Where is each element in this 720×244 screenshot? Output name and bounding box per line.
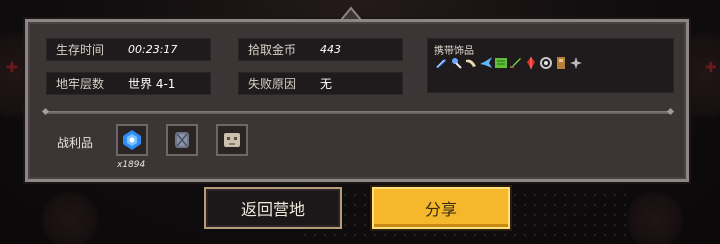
loot-slot-golem[interactable] xyxy=(166,124,198,156)
run-summary-panel: 生存时间 00:23:17 拾取金币 443 地牢层数 世界 4-1 失败原因 … xyxy=(25,19,689,182)
stone-golem-icon xyxy=(175,132,189,148)
panel-notch xyxy=(341,6,361,20)
loot-gem-count: x1894 xyxy=(117,160,146,170)
blue-bird-icon[interactable] xyxy=(479,56,493,70)
loot-slot-skull[interactable] xyxy=(216,124,248,156)
bone-horn-icon[interactable] xyxy=(464,56,478,70)
gray-star-icon[interactable] xyxy=(569,56,583,70)
fail-reason-value: 无 xyxy=(320,77,333,91)
red-crystal-icon[interactable] xyxy=(524,56,538,70)
green-blade-icon[interactable] xyxy=(509,56,523,70)
survival-time-label: 生存时间 xyxy=(56,43,105,57)
dungeon-level-cell: 地牢层数 世界 4-1 xyxy=(46,72,211,95)
loot-slot-gem[interactable] xyxy=(116,124,148,156)
blue-gem-icon xyxy=(123,130,141,150)
pale-skull-icon xyxy=(224,133,240,147)
green-scroll-icon[interactable] xyxy=(494,56,508,70)
fail-reason-label: 失败原因 xyxy=(248,77,297,91)
survival-time-value: 00:23:17 xyxy=(128,43,178,56)
blue-feather-icon[interactable] xyxy=(434,56,448,70)
dungeon-level-value: 世界 4-1 xyxy=(128,77,176,91)
bg-orb-bottom-right xyxy=(625,190,685,244)
section-divider xyxy=(46,111,670,114)
gold-value: 443 xyxy=(320,43,341,56)
blue-charm-icon[interactable] xyxy=(449,56,463,70)
accessories-box: 携带饰品 xyxy=(427,38,674,93)
accessories-title: 携带饰品 xyxy=(434,46,474,57)
return-camp-button[interactable]: 返回营地 xyxy=(204,187,342,229)
accessories-icon-row xyxy=(434,56,583,70)
bg-orb-bottom-left xyxy=(40,190,100,244)
gold-label: 拾取金币 xyxy=(248,43,297,57)
fail-reason-cell: 失败原因 无 xyxy=(238,72,403,95)
brown-book-icon[interactable] xyxy=(554,56,568,70)
loot-label: 战利品 xyxy=(57,136,94,150)
survival-time-cell: 生存时间 00:23:17 xyxy=(46,38,211,61)
game-over-screen: ✚ ✚ 生存时间 00:23:17 拾取金币 443 地牢层数 世界 4-1 失… xyxy=(0,0,720,244)
gold-cell: 拾取金币 443 xyxy=(238,38,403,61)
share-button[interactable]: 分享 xyxy=(372,187,510,229)
bg-cross-icon: ✚ xyxy=(6,60,18,76)
lantern-icon[interactable] xyxy=(539,56,553,70)
bg-cross-icon: ✚ xyxy=(705,60,717,76)
dungeon-level-label: 地牢层数 xyxy=(56,77,105,91)
